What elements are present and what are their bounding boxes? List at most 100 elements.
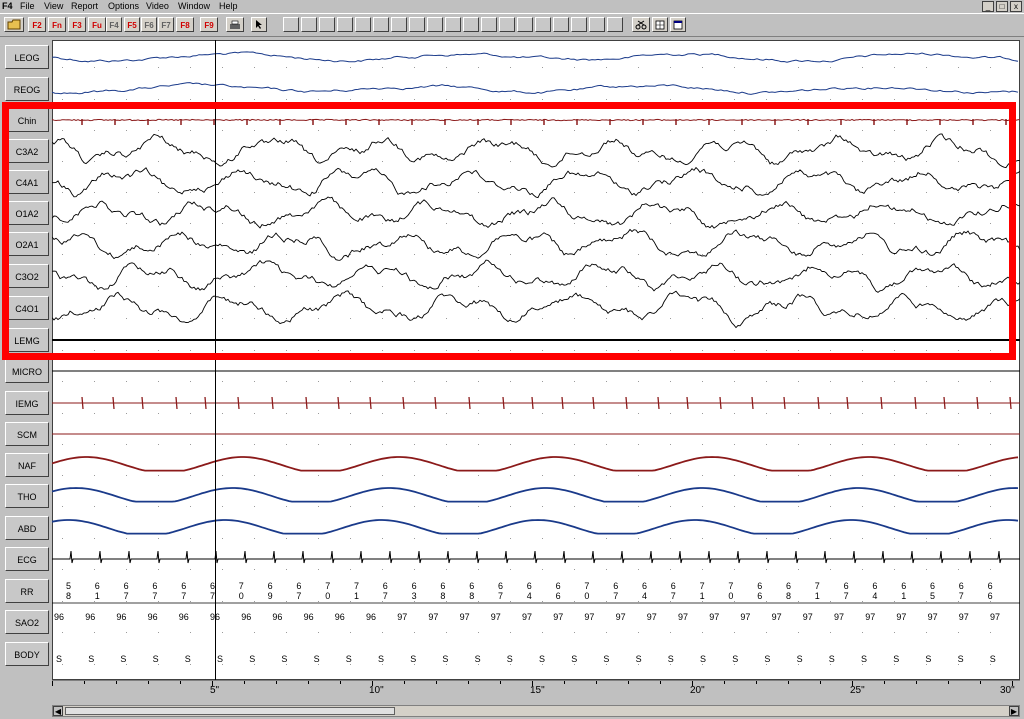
toolbar-slot-12[interactable] [481, 17, 497, 32]
scroll-left-icon[interactable]: ◀ [53, 706, 63, 716]
trace-iemg-burst [592, 396, 595, 410]
close-button[interactable]: x [1010, 1, 1022, 12]
time-tick-mark [308, 681, 309, 684]
f7-button[interactable]: F7 [158, 17, 174, 32]
channel-label-reog[interactable]: REOG [5, 77, 49, 101]
sao2-value: 97 [740, 612, 750, 622]
channel-label-o1a2[interactable]: O1A2 [5, 201, 49, 225]
channel-label-scm[interactable]: SCM [5, 422, 49, 446]
body-position-value: S [281, 654, 287, 664]
toolbar-slot-13[interactable] [499, 17, 515, 32]
f3-button[interactable]: F3 [68, 17, 86, 32]
channel-label-c3a2[interactable]: C3A2 [5, 139, 49, 163]
channel-label-abd[interactable]: ABD [5, 516, 49, 540]
body-position-value: S [507, 654, 513, 664]
scroll-right-icon[interactable]: ▶ [1009, 706, 1019, 716]
printer-icon[interactable] [226, 17, 244, 32]
channel-label-body[interactable]: BODY [5, 642, 49, 666]
body-position-value: S [217, 654, 223, 664]
trace-iemg-burst [175, 396, 178, 410]
grid-view-icon[interactable] [652, 17, 668, 32]
f2-button[interactable]: F2 [28, 17, 46, 32]
channel-label-rr[interactable]: RR [5, 579, 49, 603]
toolbar-slot-17[interactable] [571, 17, 587, 32]
horizontal-scrollbar[interactable]: ◀ ▶ [52, 705, 1020, 717]
channel-label-leog[interactable]: LEOG [5, 45, 49, 69]
sao2-value: 97 [896, 612, 906, 622]
rr-digit: 6 [613, 581, 618, 591]
toolbar-slot-7[interactable] [391, 17, 407, 32]
body-position-value: S [893, 654, 899, 664]
toolbar-slot-1[interactable] [283, 17, 299, 32]
rr-digit: 6 [469, 581, 474, 591]
minimize-button[interactable]: _ [982, 1, 994, 12]
menu-video[interactable]: Video [146, 0, 169, 12]
toolbar-slot-11[interactable] [463, 17, 479, 32]
channel-label-tho[interactable]: THO [5, 484, 49, 508]
menu-file[interactable]: File [20, 0, 35, 12]
toolbar-slot-14[interactable] [517, 17, 533, 32]
scroll-thumb[interactable] [65, 707, 395, 715]
f8-button[interactable]: F8 [176, 17, 194, 32]
menu-view[interactable]: View [44, 0, 63, 12]
time-cursor-line[interactable] [215, 40, 216, 680]
channel-label-o2a1[interactable]: O2A1 [5, 232, 49, 256]
channel-label-chin[interactable]: Chin [5, 108, 49, 132]
rr-digit: 1 [700, 591, 705, 601]
rr-digit: 5 [66, 581, 71, 591]
trace-iemg-burst [976, 396, 979, 410]
toolbar-slot-4[interactable] [337, 17, 353, 32]
channel-label-c4o1[interactable]: C4O1 [5, 296, 49, 320]
f4-button[interactable]: F4 [106, 17, 122, 32]
sao2-value: 97 [834, 612, 844, 622]
toolbar-slot-9[interactable] [427, 17, 443, 32]
toolbar-slot-18[interactable] [589, 17, 605, 32]
f6-button[interactable]: F6 [141, 17, 157, 32]
toolbar-slot-5[interactable] [355, 17, 371, 32]
toolbar-slot-2[interactable] [301, 17, 317, 32]
rr-digit: 1 [95, 591, 100, 601]
menu-report[interactable]: Report [71, 0, 98, 12]
channel-label-c3o2[interactable]: C3O2 [5, 264, 49, 288]
f9-button[interactable]: F9 [200, 17, 218, 32]
channel-label-naf[interactable]: NAF [5, 453, 49, 477]
rr-digit: 6 [296, 581, 301, 591]
toolbar-slot-19[interactable] [607, 17, 623, 32]
toolbar-slot-16[interactable] [553, 17, 569, 32]
menu-options[interactable]: Options [108, 0, 139, 12]
rr-digit: 7 [584, 581, 589, 591]
scissors-icon[interactable] [632, 17, 650, 32]
channel-label-iemg[interactable]: IEMG [5, 391, 49, 415]
toolbar-slot-10[interactable] [445, 17, 461, 32]
body-position-value: S [603, 654, 609, 664]
trace-iemg-burst [502, 396, 505, 410]
time-tick-mark [948, 681, 949, 684]
menu-help[interactable]: Help [219, 0, 238, 12]
f5-button[interactable]: F5 [124, 17, 140, 32]
maximize-button[interactable]: □ [996, 1, 1008, 12]
open-folder-icon[interactable] [4, 17, 24, 32]
channel-label-c4a1[interactable]: C4A1 [5, 170, 49, 194]
channel-label-micro[interactable]: MICRO [5, 359, 49, 383]
rr-digit: 8 [440, 591, 445, 601]
help-pointer-icon[interactable] [251, 17, 267, 32]
fn-button[interactable]: Fn [48, 17, 66, 32]
toolbar-slot-8[interactable] [409, 17, 425, 32]
channel-label-ecg[interactable]: ECG [5, 547, 49, 571]
rr-digit: 7 [613, 591, 618, 601]
sao2-value: 97 [460, 612, 470, 622]
toolbar-slot-3[interactable] [319, 17, 335, 32]
fu-button[interactable]: Fu [88, 17, 106, 32]
window-view-icon[interactable] [670, 17, 686, 32]
sao2-value: 97 [803, 612, 813, 622]
toolbar-slot-6[interactable] [373, 17, 389, 32]
time-tick-mark [276, 681, 277, 684]
rr-digit: 6 [642, 581, 647, 591]
app-title: F4 [2, 1, 13, 11]
channel-label-sao2[interactable]: SAO2 [5, 610, 49, 634]
time-tick-mark [628, 681, 629, 684]
channel-label-lemg[interactable]: LEMG [5, 328, 49, 352]
body-position-value: S [153, 654, 159, 664]
menu-window[interactable]: Window [178, 0, 210, 12]
toolbar-slot-15[interactable] [535, 17, 551, 32]
